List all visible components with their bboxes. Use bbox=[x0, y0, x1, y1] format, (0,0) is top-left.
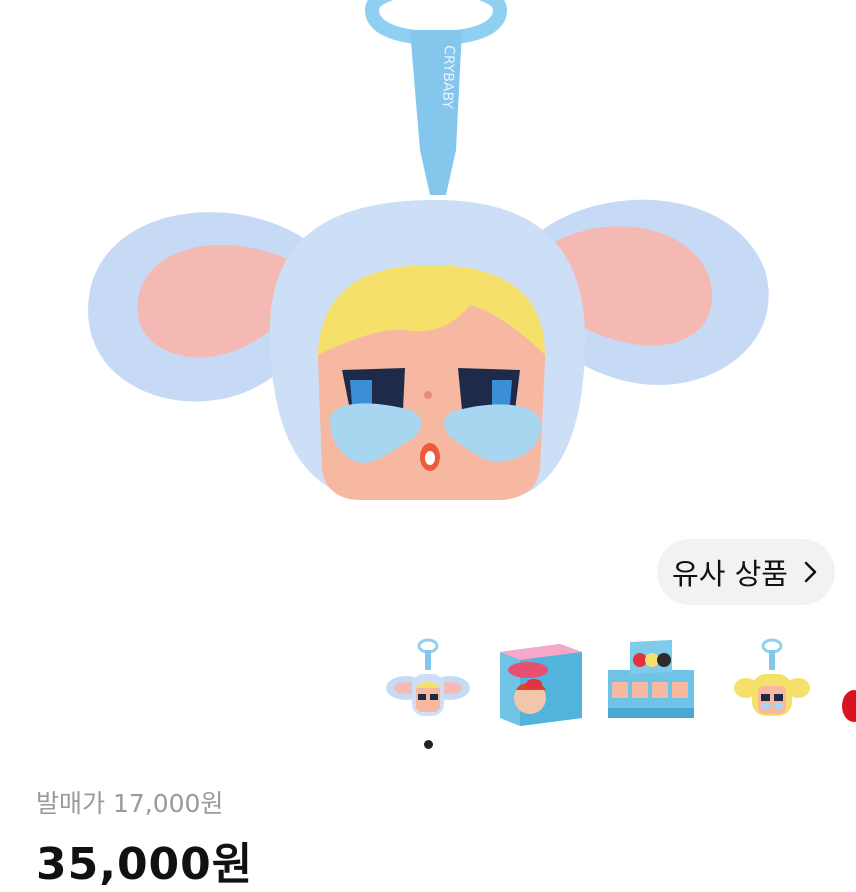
doll-face bbox=[318, 265, 545, 500]
thumbnail-strip[interactable] bbox=[0, 630, 856, 730]
product-image[interactable]: CRYBABY bbox=[0, 0, 856, 620]
thumbnail-red-item[interactable] bbox=[836, 630, 856, 730]
similar-products-button[interactable]: 유사 상품 bbox=[657, 539, 835, 605]
similar-products-label: 유사 상품 bbox=[672, 557, 788, 591]
release-price: 발매가 17,000원 bbox=[36, 789, 224, 818]
thumbnail-keychain-bunny[interactable] bbox=[378, 630, 478, 730]
chevron-right-icon bbox=[804, 561, 817, 583]
thumbnail-blind-box[interactable] bbox=[490, 630, 590, 730]
thumbnail-keychain-blonde[interactable] bbox=[722, 630, 822, 730]
svg-text:CRYBABY: CRYBABY bbox=[439, 45, 457, 110]
sale-price: 35,000원 bbox=[36, 839, 254, 890]
thumbnail-display-box[interactable] bbox=[600, 630, 700, 730]
carousel-indicator-dot bbox=[424, 740, 433, 749]
